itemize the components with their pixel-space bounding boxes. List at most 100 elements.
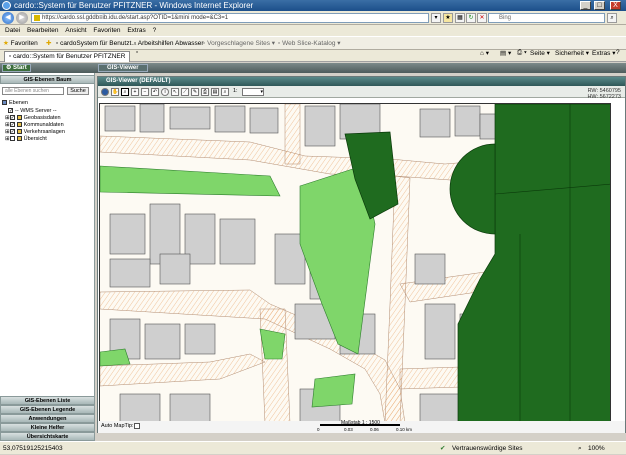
- security-zone[interactable]: Vertrauenswürdige Sites: [452, 442, 522, 455]
- fav-item-label: Web Slice-Katalog ▾: [282, 40, 341, 47]
- tab-cardo[interactable]: ▫ cardo::System für Benutzer PFITZNER: [4, 51, 131, 62]
- checkbox-icon[interactable]: ✓: [9, 122, 15, 128]
- viewer-title: GIS-Viewer (DEFAULT): [106, 78, 171, 84]
- new-tab-button[interactable]: ▫: [136, 49, 138, 56]
- gis-viewer-button[interactable]: GIS-Viewer: [98, 64, 148, 72]
- status-text: 53,07519125215403: [3, 445, 63, 452]
- menu-bar: Datei Bearbeiten Ansicht Favoriten Extra…: [0, 25, 626, 36]
- tab-strip: ▫ cardo::System für Benutzer PFITZNER ▫ …: [0, 49, 626, 62]
- address-bar: ◀ ▶ https://cardo.ssl.gddb≡ib.idu.de/sta…: [0, 11, 626, 25]
- forward-button[interactable]: ▶: [16, 12, 28, 24]
- home-icon[interactable]: ⌂ ▾: [480, 49, 489, 57]
- coordinate-readout: RW: 5460795 HW: 5672273: [587, 88, 621, 100]
- auto-maptip-label: Auto MapTip:: [101, 423, 134, 429]
- start-button[interactable]: ⚙ Start: [2, 64, 31, 72]
- add-favorite-icon[interactable]: ✚: [46, 37, 51, 50]
- section-layer-list[interactable]: GIS-Ebenen Liste: [0, 396, 95, 405]
- fav-item-suggested[interactable]: ▫ Vorgeschlagene Sites ▾: [203, 37, 275, 50]
- section-applications[interactable]: Anwendungen: [0, 414, 95, 423]
- checkbox-icon[interactable]: ✓: [9, 115, 15, 121]
- tab-label: cardo::System für Benutzer PFITZNER: [13, 53, 126, 60]
- viewer-titlebar: GIS-Viewer (DEFAULT): [98, 77, 625, 86]
- feed-icon[interactable]: ▤ ▾: [500, 49, 511, 57]
- ie-logo-icon: [2, 1, 11, 10]
- search-input[interactable]: Bing: [488, 13, 605, 23]
- checkbox-icon[interactable]: ✓: [9, 129, 15, 135]
- fav-item-arbeitshilfen[interactable]: ▫ Arbeitshilfen Abwasser: [134, 37, 204, 50]
- folder-icon: [16, 122, 22, 128]
- menu-extras-cmd[interactable]: Extras ▾: [592, 49, 616, 57]
- star-icon: ★: [3, 40, 9, 47]
- checkbox-icon[interactable]: ✓: [8, 108, 13, 114]
- zoom-label: 1:: [233, 88, 238, 94]
- tree-item-wms[interactable]: ✓ -- WMS Server --: [8, 108, 57, 114]
- zoom-level[interactable]: 100%: [588, 442, 605, 455]
- redline-icon[interactable]: ✎: [191, 88, 199, 96]
- tree-item-verkehrsanlagen[interactable]: ⊞✓ Verkehrsanlagen: [5, 129, 65, 135]
- start-label: Start: [13, 65, 27, 71]
- menu-favoriten[interactable]: Favoriten: [93, 27, 120, 34]
- info-icon[interactable]: i: [161, 88, 169, 96]
- search-map-icon[interactable]: ⌕: [221, 88, 229, 96]
- fav-item-label: cardoSystem für Benutzt...: [60, 40, 137, 47]
- layer-search-button[interactable]: Suche: [67, 87, 89, 95]
- zoom-icon: ⌕: [578, 445, 582, 452]
- layer-search-input[interactable]: alle Ebenen suchen: [2, 87, 64, 95]
- url-field[interactable]: https://cardo.ssl.gddb≡ib.idu.de/start.a…: [31, 13, 429, 23]
- refresh-icon[interactable]: ↻: [466, 13, 476, 23]
- help-icon[interactable]: ?: [616, 49, 620, 56]
- menu-seite[interactable]: Seite ▾: [530, 49, 550, 57]
- globe-icon[interactable]: [101, 88, 109, 96]
- fav-item-cardo[interactable]: ▫ cardoSystem für Benutzt...: [56, 37, 137, 50]
- pan-icon[interactable]: ✋: [111, 88, 119, 96]
- maximize-button[interactable]: □: [594, 1, 605, 10]
- print-icon[interactable]: ⎙ ▾: [517, 49, 527, 57]
- map-canvas[interactable]: [99, 103, 611, 422]
- url-text: https://cardo.ssl.gddb≡ib.idu.de/start.a…: [42, 15, 229, 21]
- menu-sicherheit[interactable]: Sicherheit ▾: [555, 49, 589, 57]
- tree-item-label: Verkehrsanlagen: [23, 129, 65, 135]
- select-icon[interactable]: ↖: [171, 88, 179, 96]
- layer-tree-header[interactable]: GIS-Ebenen Baum: [0, 75, 95, 84]
- menu-extras[interactable]: Extras: [127, 27, 145, 34]
- https-icon: [34, 15, 40, 21]
- zoom-dropdown[interactable]: ▾: [242, 88, 264, 96]
- menu-help[interactable]: ?: [153, 27, 157, 34]
- zoom-in-icon[interactable]: +: [131, 88, 139, 96]
- certificate-icon[interactable]: ★: [443, 13, 453, 23]
- tree-root[interactable]: Ebenen: [2, 100, 28, 106]
- scale-tick-1: 0.03: [344, 427, 353, 432]
- checkbox-icon[interactable]: [9, 136, 15, 142]
- fav-item-webslice[interactable]: ▫ Web Slice-Katalog ▾: [278, 37, 341, 50]
- layer-search-placeholder: alle Ebenen suchen: [5, 88, 49, 94]
- window-titlebar: cardo::System für Benutzer PFITZNER - Wi…: [0, 0, 626, 11]
- back-button[interactable]: ◀: [2, 12, 14, 24]
- stop-icon[interactable]: ✕: [477, 13, 487, 23]
- favorites-button[interactable]: ★ Favoriten: [3, 37, 38, 50]
- tree-item-label: Geobasisdaten: [23, 115, 61, 121]
- auto-maptip-checkbox[interactable]: [134, 423, 140, 429]
- tree-item-kommunaldaten[interactable]: ⊞✓ Kommunaldaten: [5, 122, 64, 128]
- export-icon[interactable]: ▤: [211, 88, 219, 96]
- url-dropdown-icon[interactable]: ▾: [431, 13, 441, 23]
- section-small-helpers[interactable]: Kleine Helfer: [0, 423, 95, 432]
- zoom-box-icon[interactable]: ⌕: [121, 88, 129, 96]
- section-overview-map[interactable]: Übersichtskarte: [0, 432, 95, 441]
- search-icon[interactable]: ⌕: [607, 13, 617, 23]
- minimize-button[interactable]: _: [580, 1, 591, 10]
- measure-icon[interactable]: ⟋: [181, 88, 189, 96]
- tree-item-geobasisdaten[interactable]: ⊞✓ Geobasisdaten: [5, 115, 61, 121]
- back-view-icon[interactable]: ↶: [151, 88, 159, 96]
- folder-icon: [16, 115, 22, 121]
- section-layer-legend[interactable]: GIS-Ebenen Legende: [0, 405, 95, 414]
- menu-datei[interactable]: Datei: [5, 27, 20, 34]
- print-map-icon[interactable]: ⎙: [201, 88, 209, 96]
- window-title: cardo::System für Benutzer PFITZNER - Wi…: [14, 1, 254, 10]
- tree-item-uebersicht[interactable]: ⊞ Übersicht: [5, 136, 47, 142]
- coord-hw: HW: 5672273: [587, 94, 621, 100]
- menu-bearbeiten[interactable]: Bearbeiten: [27, 27, 58, 34]
- close-button[interactable]: X: [610, 1, 621, 10]
- menu-ansicht[interactable]: Ansicht: [65, 27, 86, 34]
- compatibility-icon[interactable]: ▦: [455, 13, 465, 23]
- zoom-out-icon[interactable]: −: [141, 88, 149, 96]
